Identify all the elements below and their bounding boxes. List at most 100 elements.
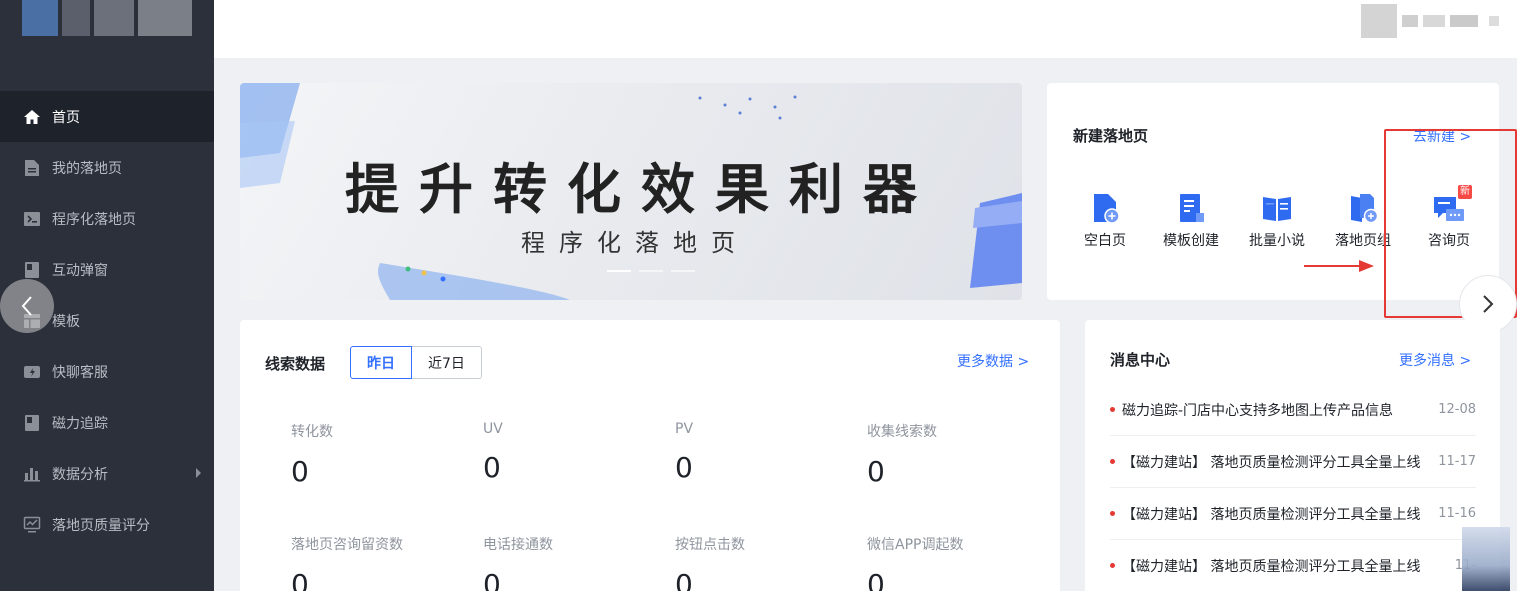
chevron-right-icon [196,468,201,478]
metric-leads-collected: 收集线索数 0 [867,421,1057,488]
metric-calls-connected: 电话接通数 0 [483,534,673,591]
message-text: 【磁力建站】 落地页质量检测评分工具全量上线 [1122,558,1421,575]
tool-label: 落地页组 [1335,233,1391,249]
tool-label: 空白页 [1084,233,1126,249]
message-center-title: 消息中心 [1110,351,1171,369]
chat-icon [23,363,41,381]
unread-dot [1110,407,1115,412]
tab-yesterday[interactable]: 昨日 [350,346,412,379]
message-list: 磁力追踪-门店中心支持多地图上传产品信息 12-08 【磁力建站】 落地页质量检… [1110,384,1476,591]
metric-value: 0 [867,568,885,591]
metric-button-clicks: 按钮点击数 0 [675,534,865,591]
tool-label: 咨询页 [1428,233,1470,249]
pagination-dot[interactable] [671,270,695,272]
metric-label: UV [483,421,503,437]
tool-page-group[interactable]: 落地页组 [1320,191,1406,250]
consult-page-icon: 新 [1432,185,1472,225]
message-date: 12-08 [1438,402,1476,417]
banner-pagination[interactable] [607,270,695,272]
period-toggle: 昨日 近7日 [350,346,482,379]
leads-card: 线索数据 昨日 近7日 更多数据 > 转化数 0 UV 0 PV 0 收集线索数… [240,320,1060,591]
chart-icon [23,465,41,483]
promo-banner[interactable]: 提升转化效果利器 程序化落地页 [240,83,1022,300]
metric-value: 0 [291,568,309,591]
message-text: 【磁力建站】 落地页质量检测评分工具全量上线 [1122,454,1421,471]
floating-widget[interactable] [1462,527,1510,591]
tool-label: 模板创建 [1163,233,1219,249]
tool-consult-page[interactable]: 新 咨询页 [1406,185,1492,250]
metric-value: 0 [291,455,309,488]
chevron-right-icon [1483,295,1494,313]
metric-label: 微信APP调起数 [867,537,964,553]
metric-conversions: 转化数 0 [291,421,481,488]
tool-batch-novel[interactable]: 批量小说 [1234,191,1320,250]
sidebar-item-label: 模板 [52,313,80,330]
sidebar-item-label: 磁力追踪 [52,415,108,432]
metric-value: 0 [675,451,693,484]
metric-label: 收集线索数 [867,424,937,440]
batch-novel-icon [1260,191,1294,225]
new-page-title: 新建落地页 [1073,127,1149,145]
metric-label: 电话接通数 [483,537,553,553]
pagination-dot[interactable] [607,270,631,272]
document-icon [23,159,41,177]
message-text: 【磁力建站】 落地页质量检测评分工具全量上线 [1122,506,1421,523]
sidebar-item-chat[interactable]: 快聊客服 [0,346,214,397]
sidebar-item-label: 落地页质量评分 [52,517,150,534]
message-item[interactable]: 【磁力建站】 落地页质量检测评分工具全量上线 11- [1110,540,1476,591]
score-icon [23,516,41,534]
leads-title: 线索数据 [265,355,326,373]
metric-label: PV [675,421,694,437]
tool-label: 批量小说 [1249,233,1305,249]
sidebar-item-label: 快聊客服 [52,364,108,381]
sidebar-item-analytics[interactable]: 数据分析 [0,448,214,499]
popup-icon [23,261,41,279]
user-info[interactable] [1361,4,1499,38]
tab-last-7-days[interactable]: 近7日 [412,346,482,379]
message-item[interactable]: 【磁力建站】 落地页质量检测评分工具全量上线 11-17 [1110,436,1476,488]
program-icon [23,210,41,228]
metric-uv: UV 0 [483,421,673,484]
message-date: 11-17 [1438,454,1476,469]
page-group-icon [1346,191,1380,225]
unread-dot [1110,563,1115,568]
more-messages-link[interactable]: 更多消息 > [1399,350,1471,370]
sidebar-item-tracking[interactable]: 磁力追踪 [0,397,214,448]
sidebar-item-label: 我的落地页 [52,160,122,177]
logo [22,0,192,36]
carousel-prev-button[interactable] [0,279,54,333]
metric-consult-leads: 落地页咨询留资数 0 [291,534,481,591]
blank-page-icon [1088,191,1122,225]
banner-title: 提升转化效果利器 [345,158,937,221]
sidebar-item-quality-score[interactable]: 落地页质量评分 [0,499,214,550]
new-badge: 新 [1458,185,1472,199]
tool-blank-page[interactable]: 空白页 [1062,191,1148,250]
sidebar-item-home[interactable]: 首页 [0,91,214,142]
message-item[interactable]: 【磁力建站】 落地页质量检测评分工具全量上线 11-16 [1110,488,1476,540]
sidebar-item-label: 数据分析 [52,466,108,483]
tracking-icon [23,414,41,432]
metric-label: 按钮点击数 [675,537,745,553]
banner-subtitle: 程序化落地页 [521,229,749,257]
new-page-card: 新建落地页 去新建 > 空白页 模板创建 批量小说 落地页组 新 咨询页 [1047,83,1499,300]
go-create-link[interactable]: 去新建 > [1413,126,1471,146]
metric-value: 0 [483,568,501,591]
more-data-link[interactable]: 更多数据 > [957,351,1029,371]
metric-pv: PV 0 [675,421,865,484]
create-tools: 空白页 模板创建 批量小说 落地页组 新 咨询页 [1062,185,1492,250]
tool-template-create[interactable]: 模板创建 [1148,191,1234,250]
pagination-dot[interactable] [639,270,663,272]
top-header [214,0,1517,58]
message-center-card: 消息中心 更多消息 > 磁力追踪-门店中心支持多地图上传产品信息 12-08 【… [1085,320,1500,591]
sidebar-item-programmatic[interactable]: 程序化落地页 [0,193,214,244]
home-icon [23,108,41,126]
sidebar-item-my-pages[interactable]: 我的落地页 [0,142,214,193]
metric-wechat-launches: 微信APP调起数 0 [867,534,1057,591]
message-item[interactable]: 磁力追踪-门店中心支持多地图上传产品信息 12-08 [1110,384,1476,436]
unread-dot [1110,511,1115,516]
metric-label: 落地页咨询留资数 [291,537,403,553]
sidebar-item-label: 程序化落地页 [52,211,136,228]
metric-label: 转化数 [291,424,333,440]
message-date: 11-16 [1438,506,1476,521]
sidebar-item-label: 互动弹窗 [52,262,108,279]
